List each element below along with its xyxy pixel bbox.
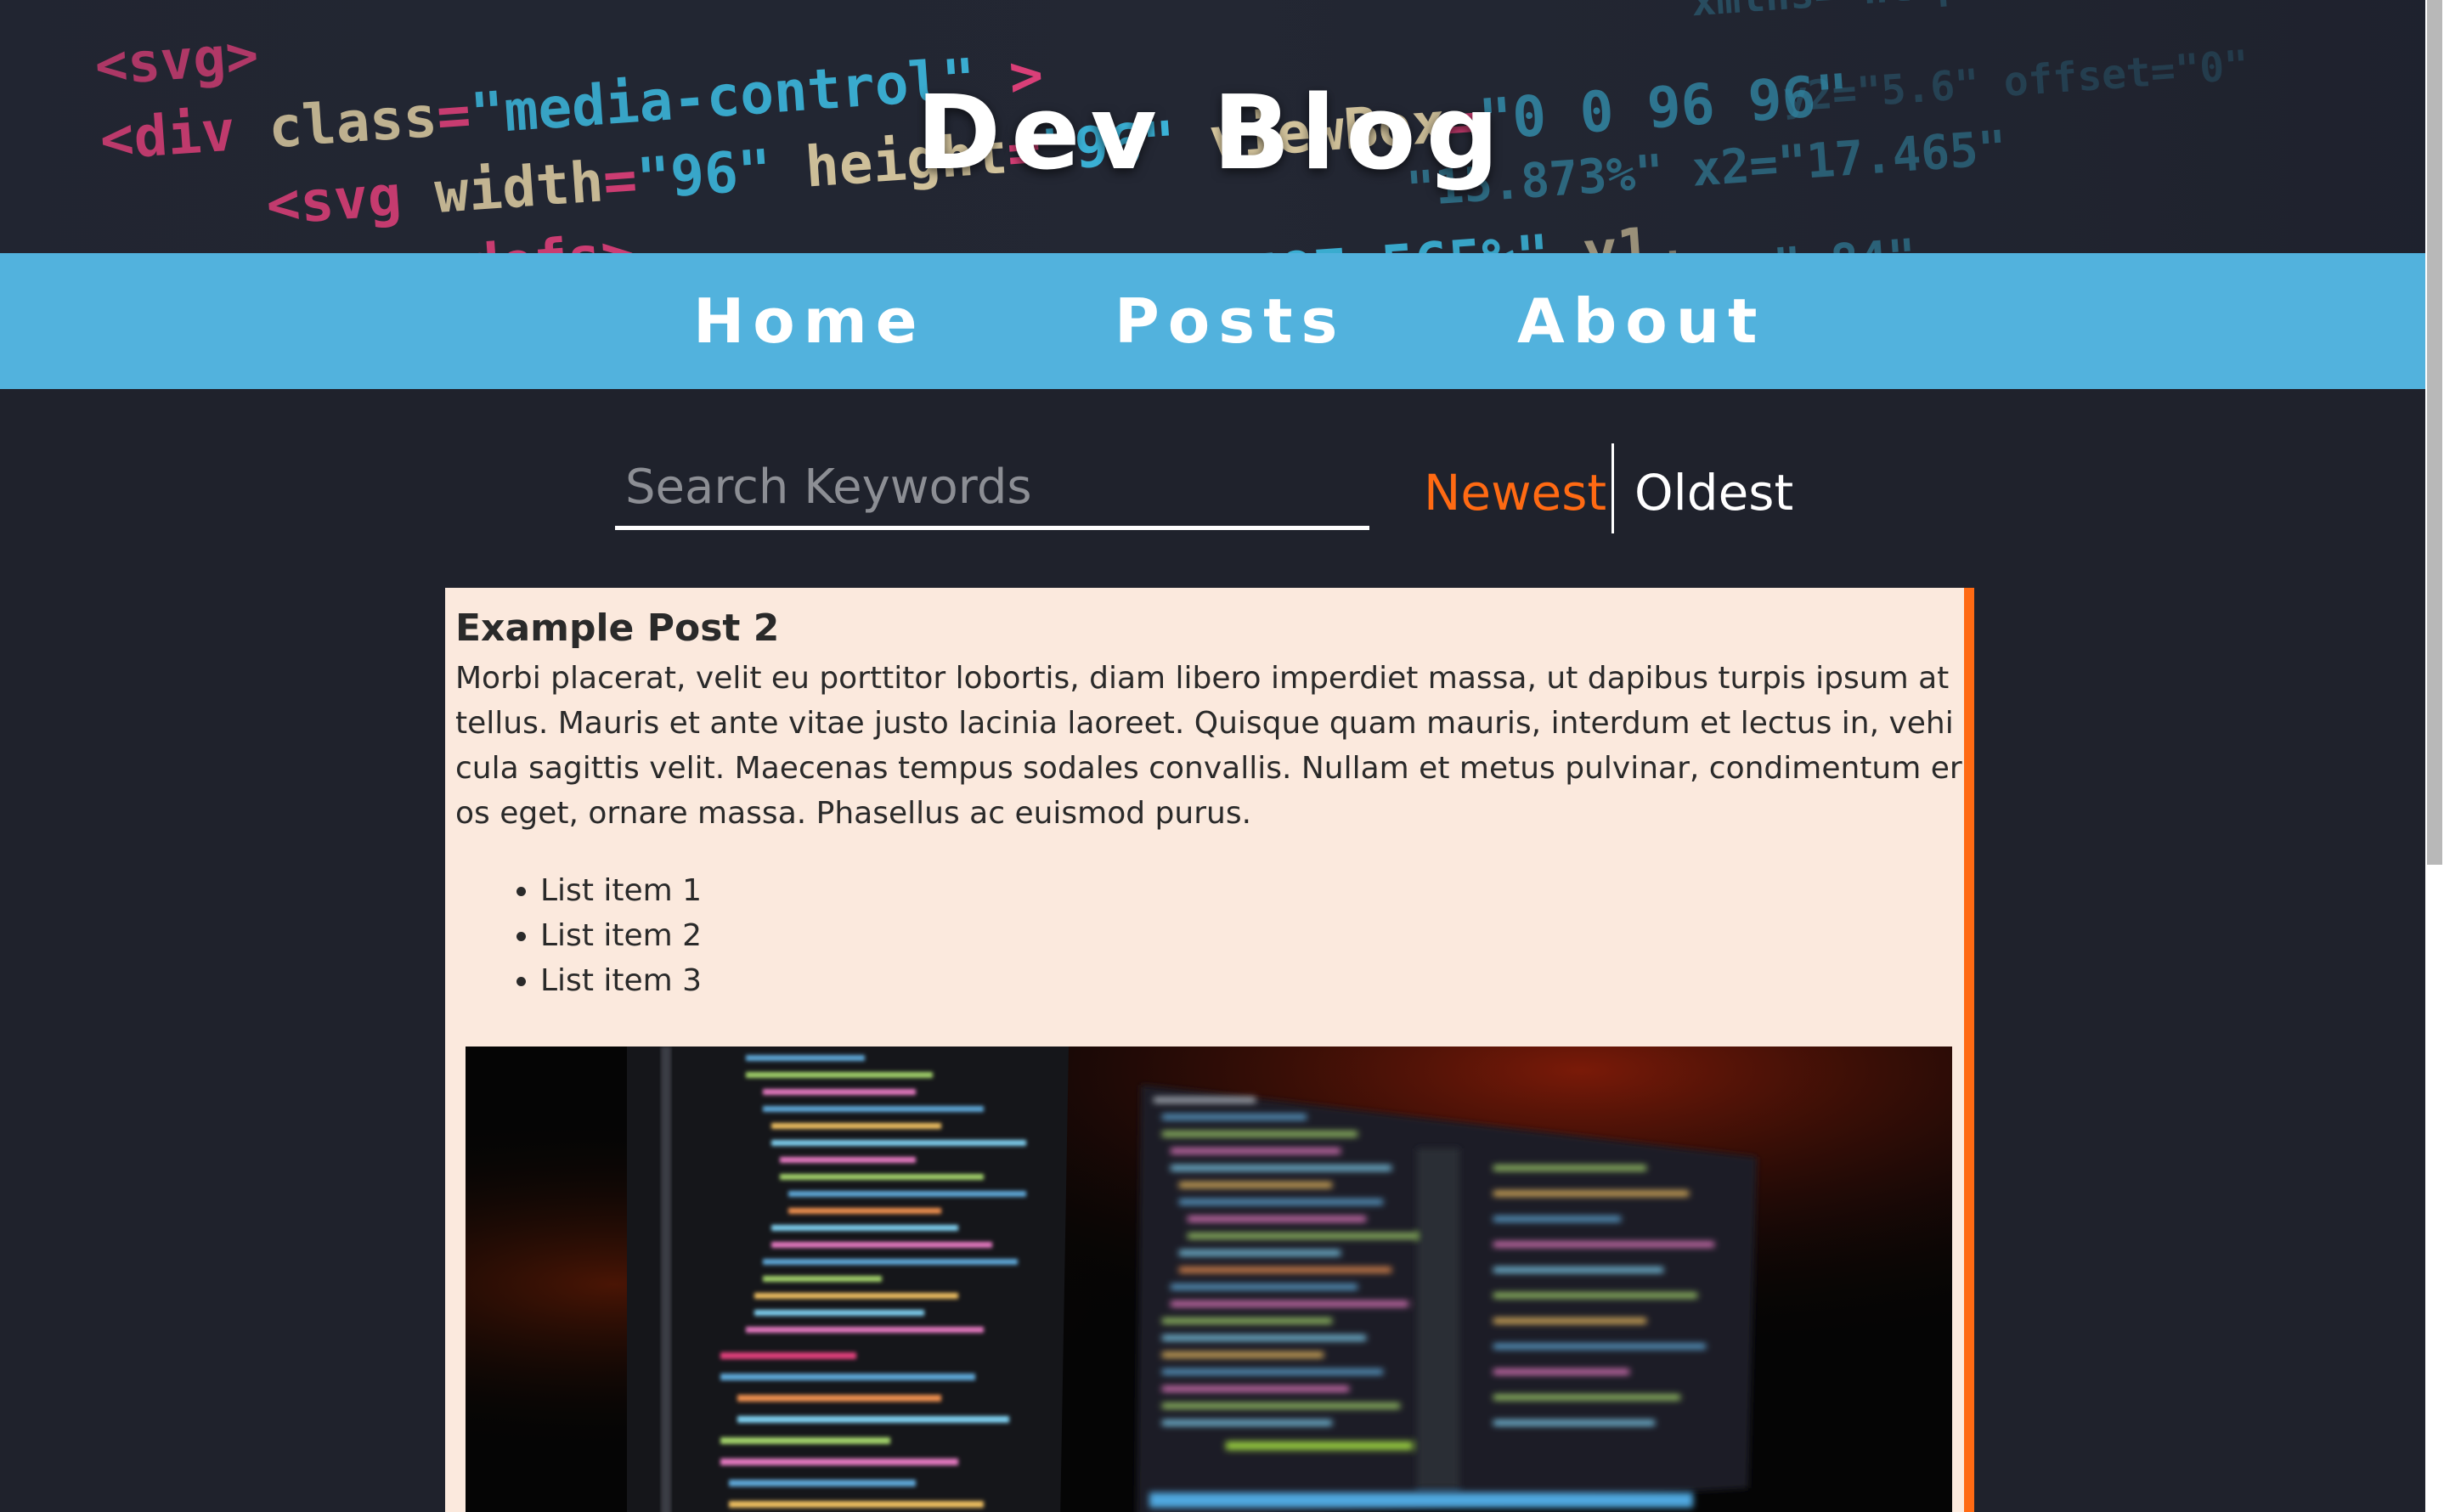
header-banner: <svg> <div class="media-control" > <svg …: [0, 0, 2425, 253]
post-title: Example Post 2: [455, 606, 780, 650]
sort-newest-button[interactable]: Newest: [1424, 459, 1606, 527]
post-image: [466, 1047, 1952, 1512]
search-input[interactable]: [615, 449, 1369, 530]
post-list: List item 1 List item 2 List item 3: [455, 868, 702, 1003]
sort-oldest-button[interactable]: Oldest: [1634, 459, 1793, 527]
code-monitors-photo: [466, 1047, 1952, 1512]
post-body: Morbi placerat, velit eu porttitor lobor…: [455, 661, 1962, 831]
post-card: Example Post 2 Morbi placerat, velit eu …: [445, 588, 1974, 1512]
nav-about-link[interactable]: About: [1517, 253, 1765, 389]
main-nav: Home Posts About: [0, 253, 2425, 389]
page-scrollbar-thumb[interactable]: [2427, 0, 2442, 865]
sort-divider: [1611, 443, 1614, 533]
list-item: List item 2: [540, 913, 702, 958]
list-item: List item 1: [540, 868, 702, 913]
nav-home-link[interactable]: Home: [693, 253, 926, 389]
site-title: Dev Blog: [916, 75, 1510, 193]
nav-posts-link[interactable]: Posts: [1115, 253, 1346, 389]
list-item: List item 3: [540, 958, 702, 1003]
